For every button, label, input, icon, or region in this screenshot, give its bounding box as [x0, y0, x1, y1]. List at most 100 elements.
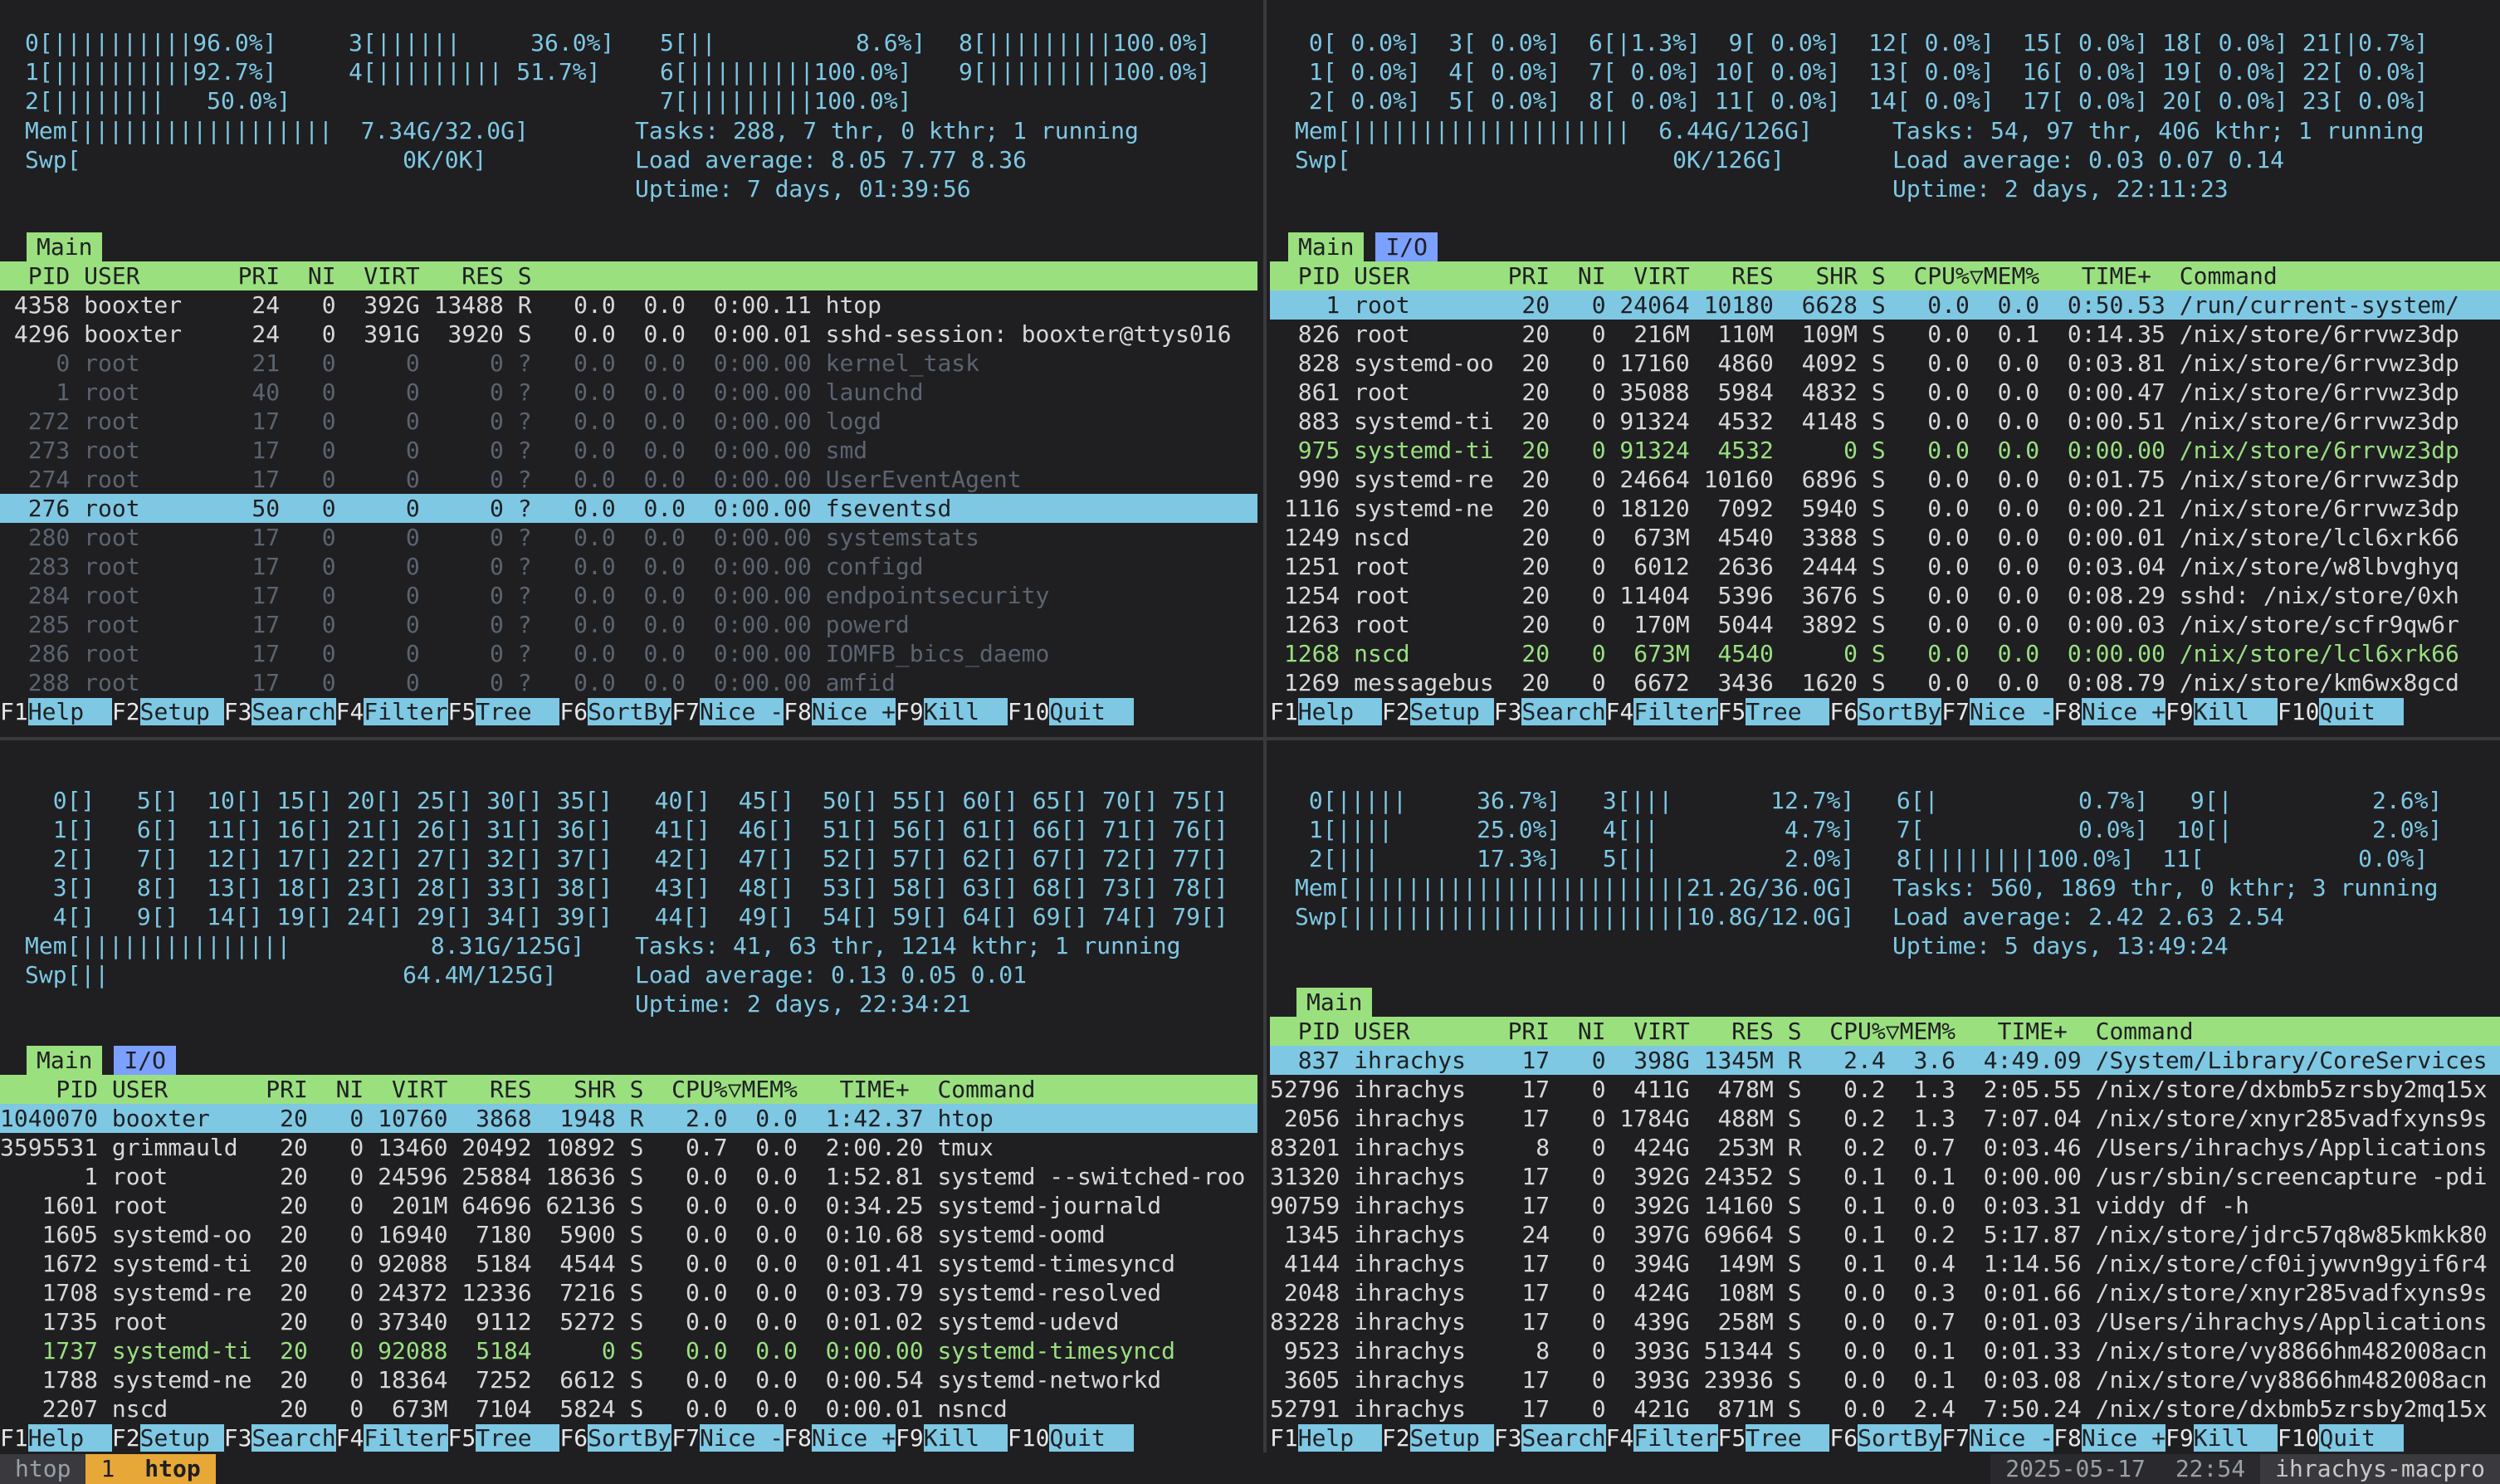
- fkey-4-button[interactable]: Filter: [364, 1424, 448, 1452]
- process-row[interactable]: 883 systemd-ti 20 0 91324 4532 4148 S 0.…: [1270, 407, 2459, 436]
- process-row[interactable]: 0 root 21 0 0 0 ? 0.0 0.0 0:00.00 kernel…: [0, 349, 979, 378]
- process-row-selected[interactable]: 276 root 50 0 0 0 ? 0.0 0.0 0:00.00 fsev…: [0, 494, 1257, 523]
- process-row-selected[interactable]: 1040070 booxter 20 0 10760 3868 1948 R 2…: [0, 1104, 1257, 1133]
- process-row[interactable]: 274 root 17 0 0 0 ? 0.0 0.0 0:00.00 User…: [0, 465, 1022, 494]
- fkey-5-button[interactable]: Tree: [1746, 698, 1830, 725]
- fkey-8-button[interactable]: Nice +: [811, 1424, 896, 1452]
- tmux-session-name[interactable]: htop: [0, 1454, 86, 1484]
- process-row[interactable]: 828 systemd-oo 20 0 17160 4860 4092 S 0.…: [1270, 349, 2459, 378]
- process-column-header[interactable]: PID USER PRI NI VIRT RES S: [0, 261, 1257, 290]
- process-row[interactable]: 52791 ihrachys 17 0 421G 871M S 0.0 2.4 …: [1270, 1394, 2488, 1423]
- fkey-10-button[interactable]: Quit: [1049, 698, 1134, 725]
- fkey-3-button[interactable]: Search: [1521, 698, 1606, 725]
- process-row[interactable]: 1249 nscd 20 0 673M 4540 3388 S 0.0 0.0 …: [1270, 523, 2459, 552]
- process-row[interactable]: 52796 ihrachys 17 0 411G 478M S 0.2 1.3 …: [1270, 1075, 2488, 1104]
- process-row[interactable]: 4358 booxter 24 0 392G 13488 R 0.0 0.0 0…: [0, 290, 881, 320]
- process-row[interactable]: 861 root 20 0 35088 5984 4832 S 0.0 0.0 …: [1270, 378, 2459, 407]
- htop-pane-4[interactable]: 0[||||| 36.7%] 3[||| 12.7%] 6[| 0.7%] 9[…: [1270, 752, 2500, 1452]
- fkey-4-button[interactable]: Filter: [1633, 698, 1718, 725]
- process-row-selected[interactable]: 1 root 20 0 24064 10180 6628 S 0.0 0.0 0…: [1270, 290, 2500, 320]
- fkey-7-button[interactable]: Nice -: [1969, 1424, 2054, 1452]
- process-row[interactable]: 1708 systemd-re 20 0 24372 12336 7216 S …: [0, 1278, 1162, 1307]
- fkey-8-button[interactable]: Nice +: [811, 698, 896, 725]
- fkey-8-button[interactable]: Nice +: [2081, 698, 2166, 725]
- process-row[interactable]: 1672 systemd-ti 20 0 92088 5184 4544 S 0…: [0, 1249, 1175, 1278]
- fkey-7-button[interactable]: Nice -: [699, 1424, 784, 1452]
- process-row[interactable]: 4296 booxter 24 0 391G 3920 S 0.0 0.0 0:…: [0, 320, 1232, 349]
- process-row[interactable]: 990 systemd-re 20 0 24664 10160 6896 S 0…: [1270, 465, 2459, 494]
- fkey-6-button[interactable]: SortBy: [588, 698, 672, 725]
- fkey-10-button[interactable]: Quit: [2319, 1424, 2404, 1452]
- process-column-header[interactable]: PID USER PRI NI VIRT RES SHR S CPU%▽MEM%…: [1270, 261, 2500, 290]
- fkey-2-button[interactable]: Setup: [1409, 1424, 1494, 1452]
- process-row[interactable]: 9523 ihrachys 8 0 393G 51344 S 0.0 0.1 0…: [1270, 1336, 2488, 1365]
- tmux-window-index[interactable]: 1: [85, 1454, 130, 1484]
- process-row[interactable]: 283 root 17 0 0 0 ? 0.0 0.0 0:00.00 conf…: [0, 552, 924, 581]
- process-row[interactable]: 288 root 17 0 0 0 ? 0.0 0.0 0:00.00 amfi…: [0, 668, 896, 697]
- htop-pane-3[interactable]: 0[] 5[] 10[] 15[] 20[] 25[] 30[] 35[] 40…: [0, 752, 1262, 1452]
- process-row[interactable]: 83228 ihrachys 17 0 439G 258M S 0.0 0.7 …: [1270, 1307, 2488, 1336]
- tab-main[interactable]: Main: [27, 232, 103, 261]
- process-row[interactable]: 3605 ihrachys 17 0 393G 23936 S 0.0 0.1 …: [1270, 1365, 2488, 1394]
- process-row-thread[interactable]: 1737 systemd-ti 20 0 92088 5184 0 S 0.0 …: [0, 1336, 1175, 1365]
- process-row[interactable]: 1 root 40 0 0 0 ? 0.0 0.0 0:00.00 launch…: [0, 378, 923, 407]
- process-column-header[interactable]: PID USER PRI NI VIRT RES SHR S CPU%▽MEM%…: [0, 1075, 1257, 1104]
- process-row[interactable]: 273 root 17 0 0 0 ? 0.0 0.0 0:00.00 smd: [0, 436, 867, 465]
- process-row-thread[interactable]: 975 systemd-ti 20 0 91324 4532 0 S 0.0 0…: [1270, 436, 2459, 465]
- fkey-6-button[interactable]: SortBy: [1858, 698, 1942, 725]
- fkey-4-button[interactable]: Filter: [364, 698, 448, 725]
- process-row[interactable]: 1269 messagebus 20 0 6672 3436 1620 S 0.…: [1270, 668, 2459, 697]
- process-column-header[interactable]: PID USER PRI NI VIRT RES S CPU%▽MEM% TIM…: [1270, 1017, 2500, 1046]
- fkey-9-button[interactable]: Kill: [923, 1424, 1008, 1452]
- fkey-10-button[interactable]: Quit: [1049, 1424, 1134, 1452]
- process-row[interactable]: 1251 root 20 0 6012 2636 2444 S 0.0 0.0 …: [1270, 552, 2459, 581]
- process-row[interactable]: 31320 ihrachys 17 0 392G 24352 S 0.1 0.1…: [1270, 1162, 2488, 1191]
- tab-main[interactable]: Main: [1296, 988, 1373, 1017]
- fkey-3-button[interactable]: Search: [1521, 1424, 1606, 1452]
- process-row[interactable]: 2056 ihrachys 17 0 1784G 488M S 0.2 1.3 …: [1270, 1104, 2488, 1133]
- process-row[interactable]: 284 root 17 0 0 0 ? 0.0 0.0 0:00.00 endp…: [0, 581, 1050, 610]
- fkey-2-button[interactable]: Setup: [1409, 698, 1494, 725]
- process-row[interactable]: 1345 ihrachys 24 0 397G 69664 S 0.1 0.2 …: [1270, 1220, 2488, 1249]
- fkey-2-button[interactable]: Setup: [139, 698, 224, 725]
- process-row[interactable]: 2207 nscd 20 0 673M 7104 5824 S 0.0 0.0 …: [0, 1394, 1008, 1423]
- process-row[interactable]: 1254 root 20 0 11404 5396 3676 S 0.0 0.0…: [1270, 581, 2459, 610]
- process-row[interactable]: 826 root 20 0 216M 110M 109M S 0.0 0.1 0…: [1270, 320, 2459, 349]
- process-row[interactable]: 280 root 17 0 0 0 ? 0.0 0.0 0:00.00 syst…: [0, 523, 979, 552]
- htop-pane-2[interactable]: 0[ 0.0%] 3[ 0.0%] 6[|1.3%] 9[ 0.0%] 12[ …: [1270, 0, 2500, 734]
- process-row[interactable]: 1788 systemd-ne 20 0 18364 7252 6612 S 0…: [0, 1365, 1162, 1394]
- process-row[interactable]: 1605 systemd-oo 20 0 16940 7180 5900 S 0…: [0, 1220, 1106, 1249]
- fkey-1-button[interactable]: Help: [27, 1424, 112, 1452]
- fkey-2-button[interactable]: Setup: [139, 1424, 224, 1452]
- fkey-1-button[interactable]: Help: [1297, 1424, 1382, 1452]
- fkey-10-button[interactable]: Quit: [2319, 698, 2404, 725]
- fkey-5-button[interactable]: Tree: [1746, 1424, 1830, 1452]
- process-row[interactable]: 1735 root 20 0 37340 9112 5272 S 0.0 0.0…: [0, 1307, 1120, 1336]
- process-row-selected[interactable]: 837 ihrachys 17 0 398G 1345M R 2.4 3.6 4…: [1270, 1046, 2500, 1075]
- fkey-4-button[interactable]: Filter: [1633, 1424, 1718, 1452]
- process-row[interactable]: 1116 systemd-ne 20 0 18120 7092 5940 S 0…: [1270, 494, 2459, 523]
- fkey-3-button[interactable]: Search: [251, 1424, 336, 1452]
- fkey-5-button[interactable]: Tree: [476, 1424, 560, 1452]
- process-row[interactable]: 2048 ihrachys 17 0 424G 108M S 0.0 0.3 0…: [1270, 1278, 2488, 1307]
- fkey-5-button[interactable]: Tree: [476, 698, 560, 725]
- fkey-3-button[interactable]: Search: [251, 698, 336, 725]
- fkey-1-button[interactable]: Help: [27, 698, 112, 725]
- fkey-9-button[interactable]: Kill: [923, 698, 1008, 725]
- tmux-window-name[interactable]: htop: [129, 1454, 216, 1484]
- pane-divider-horizontal[interactable]: [0, 737, 2500, 740]
- fkey-6-button[interactable]: SortBy: [1858, 1424, 1942, 1452]
- process-row-thread[interactable]: 1268 nscd 20 0 673M 4540 0 S 0.0 0.0 0:0…: [1270, 639, 2459, 668]
- fkey-7-button[interactable]: Nice -: [1969, 698, 2054, 725]
- process-row[interactable]: 4144 ihrachys 17 0 394G 149M S 0.1 0.4 1…: [1270, 1249, 2488, 1278]
- htop-pane-1[interactable]: 0[||||||||||96.0%] 1[||||||||||92.7%] 2[…: [0, 0, 1262, 734]
- process-row[interactable]: 286 root 17 0 0 0 ? 0.0 0.0 0:00.00 IOMF…: [0, 639, 1050, 668]
- fkey-6-button[interactable]: SortBy: [588, 1424, 672, 1452]
- tab-io[interactable]: I/O: [1375, 232, 1438, 261]
- process-row[interactable]: 3595531 grimmauld 20 0 13460 20492 10892…: [0, 1133, 994, 1162]
- process-row[interactable]: 83201 ihrachys 8 0 424G 253M R 0.2 0.7 0…: [1270, 1133, 2488, 1162]
- pane-divider-vertical[interactable]: [1263, 0, 1267, 1452]
- tab-io[interactable]: I/O: [114, 1046, 177, 1075]
- fkey-1-button[interactable]: Help: [1297, 698, 1382, 725]
- process-row[interactable]: 90759 ihrachys 17 0 392G 14160 S 0.1 0.0…: [1270, 1191, 2249, 1220]
